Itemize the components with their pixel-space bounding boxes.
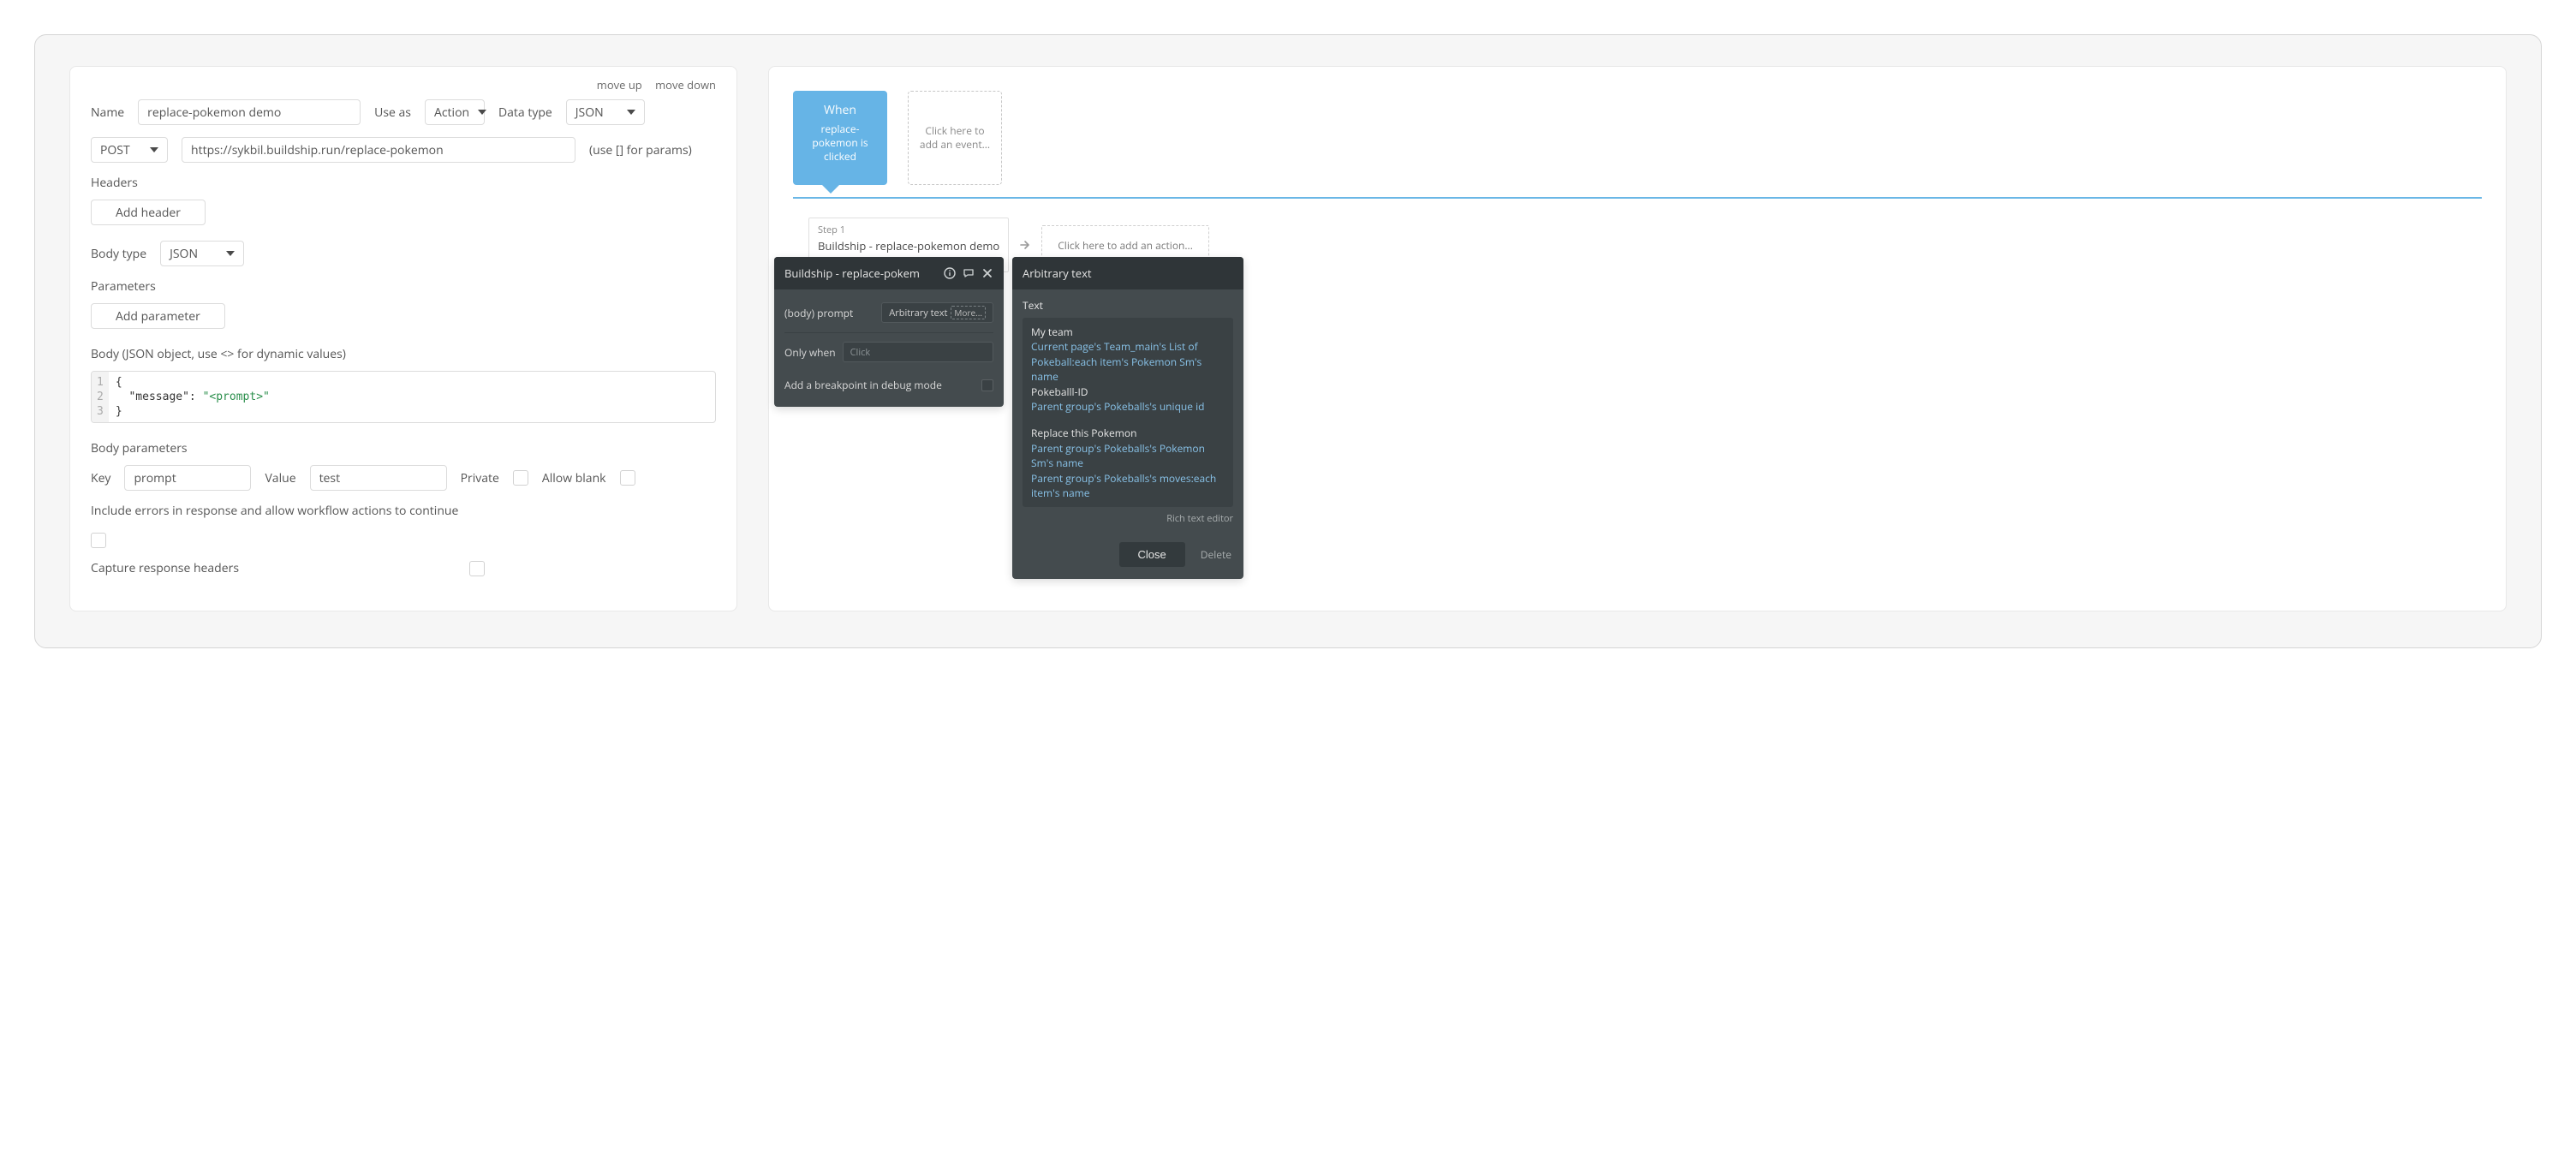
workflow-panel: When replace-pokemon is clicked Click he…: [768, 66, 2507, 611]
url-input[interactable]: [182, 137, 575, 163]
text-label: Text: [1023, 298, 1233, 313]
use-as-value: Action: [434, 104, 469, 121]
popup-title: Buildship - replace-pokem: [784, 265, 920, 281]
text-line-plain: Replace this Pokemon: [1031, 426, 1225, 440]
popup-b-title: Arbitrary text: [1023, 265, 1092, 281]
text-line-plain: My team: [1031, 325, 1225, 339]
capture-headers-checkbox[interactable]: [469, 561, 485, 576]
info-icon[interactable]: [944, 267, 956, 279]
delete-link[interactable]: Delete: [1201, 547, 1231, 562]
data-type-value: JSON: [575, 104, 604, 121]
prompt-field-text: Arbitrary text: [889, 307, 947, 319]
include-errors-checkbox[interactable]: [91, 533, 106, 548]
allow-blank-label: Allow blank: [542, 470, 606, 486]
step-name: Buildship - replace-pokemon demo: [818, 238, 999, 253]
arbitrary-text-popup: Arbitrary text Text My team Current page…: [1012, 257, 1243, 579]
parameters-label: Parameters: [91, 278, 716, 295]
include-errors-label: Include errors in response and allow wor…: [91, 503, 458, 519]
chevron-down-icon: [627, 110, 635, 115]
event-when-label: When: [800, 103, 880, 119]
move-up-link[interactable]: move up: [597, 77, 642, 92]
body-json-editor[interactable]: 123 { "message": "<prompt>" }: [91, 371, 716, 423]
headers-label: Headers: [91, 175, 716, 191]
use-as-label: Use as: [374, 104, 411, 121]
editor-frame: move up move down Name Use as Action Dat…: [34, 34, 2542, 648]
close-icon[interactable]: [981, 267, 993, 279]
add-header-button[interactable]: Add header: [91, 200, 206, 225]
comment-icon[interactable]: [963, 267, 975, 279]
action-properties-popup: Buildship - replace-pokem: [774, 257, 1004, 407]
http-method-value: POST: [100, 142, 130, 158]
body-json-label: Body (JSON object, use <> for dynamic va…: [91, 346, 716, 362]
api-call-panel: move up move down Name Use as Action Dat…: [69, 66, 737, 611]
text-line-dynamic: Parent group's Pokeballs's moves:each it…: [1031, 471, 1225, 501]
arrow-right-icon: [1019, 239, 1031, 251]
body-type-label: Body type: [91, 246, 146, 262]
param-value-input[interactable]: [310, 465, 447, 491]
name-input[interactable]: [138, 99, 361, 125]
flow-separator: [793, 197, 2482, 199]
param-value-label: Value: [265, 470, 295, 486]
more-link[interactable]: More...: [951, 306, 986, 319]
step-number: Step 1: [818, 224, 999, 236]
private-label: Private: [461, 470, 499, 486]
add-parameter-button[interactable]: Add parameter: [91, 303, 225, 329]
text-line-dynamic: Parent group's Pokeballs's unique id: [1031, 399, 1225, 414]
allow-blank-checkbox[interactable]: [620, 470, 635, 486]
event-description: replace-pokemon is clicked: [800, 122, 880, 164]
add-action-text: Click here to add an action...: [1058, 238, 1193, 253]
prompt-value-field[interactable]: Arbitrary text More...: [881, 302, 993, 323]
text-line-dynamic: Parent group's Pokeballs's Pokemon Sm's …: [1031, 441, 1225, 471]
breakpoint-label: Add a breakpoint in debug mode: [784, 378, 942, 392]
chevron-down-icon: [478, 110, 486, 115]
chevron-down-icon: [226, 251, 235, 256]
use-as-select[interactable]: Action: [425, 99, 485, 125]
name-label: Name: [91, 104, 124, 121]
close-button[interactable]: Close: [1119, 542, 1185, 567]
move-down-link[interactable]: move down: [655, 77, 716, 92]
capture-headers-label: Capture response headers: [91, 560, 239, 576]
prompt-key-label: (body) prompt: [784, 306, 853, 320]
data-type-select[interactable]: JSON: [566, 99, 645, 125]
http-method-select[interactable]: POST: [91, 137, 168, 163]
text-line-plain: Pokeballl-ID: [1031, 385, 1225, 399]
event-card-active[interactable]: When replace-pokemon is clicked: [793, 91, 887, 185]
event-pointer-icon: [822, 185, 839, 194]
code-gutter: 123: [92, 372, 109, 422]
rich-text-editor-link[interactable]: Rich text editor: [1023, 512, 1233, 525]
add-event-text: Click here to add an event...: [917, 124, 993, 152]
private-checkbox[interactable]: [513, 470, 528, 486]
data-type-label: Data type: [498, 104, 552, 121]
body-parameters-label: Body parameters: [91, 440, 716, 456]
text-line-dynamic: Current page's Team_main's List of Pokeb…: [1031, 339, 1225, 384]
text-expression-editor[interactable]: My team Current page's Team_main's List …: [1023, 318, 1233, 507]
param-key-label: Key: [91, 470, 110, 486]
body-type-value: JSON: [170, 246, 198, 262]
add-event-card[interactable]: Click here to add an event...: [908, 91, 1002, 185]
only-when-label: Only when: [784, 345, 836, 360]
code-content[interactable]: { "message": "<prompt>" }: [109, 372, 715, 422]
only-when-placeholder: Click: [850, 346, 871, 359]
param-key-input[interactable]: [124, 465, 251, 491]
event-row: When replace-pokemon is clicked Click he…: [793, 91, 2482, 185]
chevron-down-icon: [150, 147, 158, 152]
url-hint: (use [] for params): [589, 142, 692, 158]
only-when-field[interactable]: Click: [843, 342, 993, 362]
breakpoint-checkbox[interactable]: [981, 379, 993, 391]
body-type-select[interactable]: JSON: [160, 241, 244, 266]
